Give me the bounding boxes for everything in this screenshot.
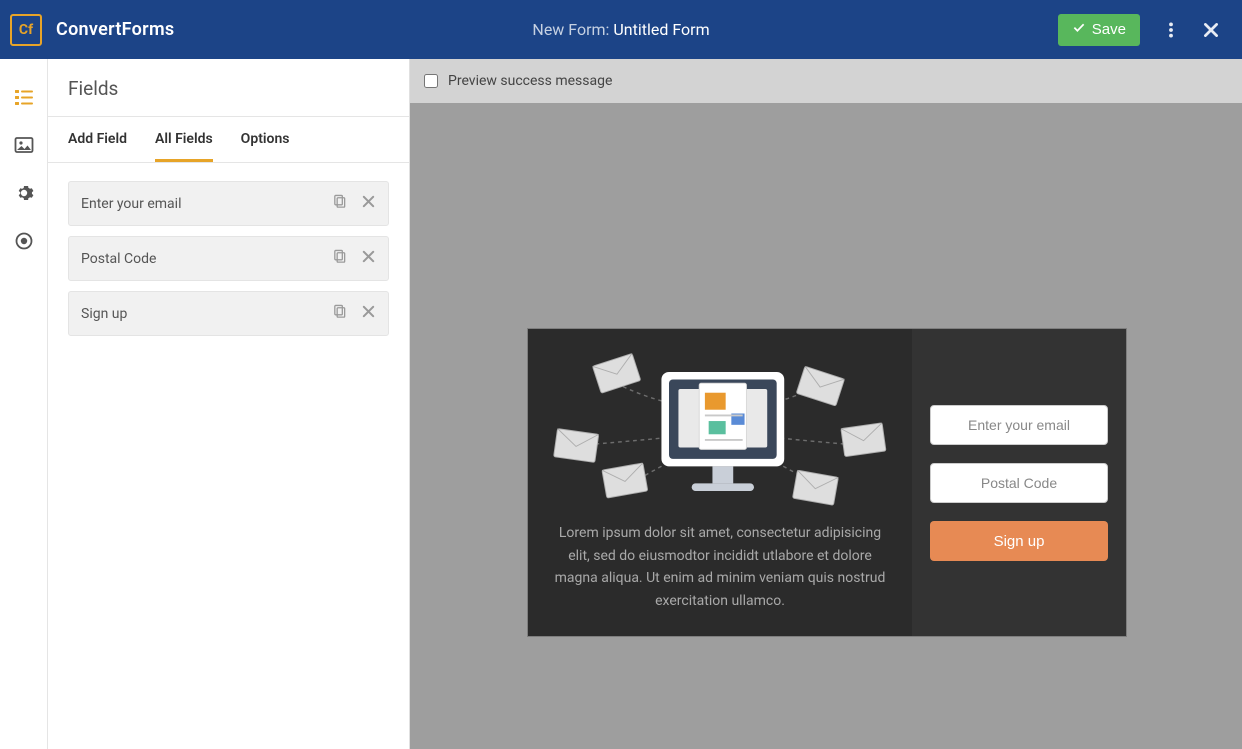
close-icon[interactable] — [1202, 21, 1220, 39]
newsletter-illustration — [550, 353, 890, 508]
page-title-name: Untitled Form — [613, 20, 709, 39]
brand-name: ConvertForms — [56, 19, 174, 40]
app-logo: Cf — [10, 14, 42, 46]
rail-fields-icon[interactable] — [14, 87, 34, 107]
form-preview-left: Lorem ipsum dolor sit amet, consectetur … — [528, 329, 912, 636]
rail-image-icon[interactable] — [14, 135, 34, 155]
tab-add-field[interactable]: Add Field — [68, 117, 127, 162]
rail-gear-icon[interactable] — [14, 183, 34, 203]
duplicate-icon[interactable] — [332, 194, 347, 213]
field-row[interactable]: Enter your email — [68, 181, 389, 226]
page-title: New Form: Untitled Form — [532, 20, 709, 39]
delete-icon[interactable] — [361, 249, 376, 268]
panel-title: Fields — [48, 59, 409, 117]
panel-tabs: Add Field All Fields Options — [48, 117, 409, 163]
delete-icon[interactable] — [361, 194, 376, 213]
duplicate-icon[interactable] — [332, 249, 347, 268]
side-panel: Fields Add Field All Fields Options Ente… — [48, 59, 410, 749]
duplicate-icon[interactable] — [332, 304, 347, 323]
kebab-menu-icon[interactable] — [1162, 21, 1180, 39]
page-title-prefix: New Form: — [532, 20, 613, 39]
form-preview-right: Sign up — [912, 329, 1126, 636]
canvas: Preview success message — [410, 59, 1242, 749]
delete-icon[interactable] — [361, 304, 376, 323]
tab-all-fields[interactable]: All Fields — [155, 117, 213, 162]
form-description: Lorem ipsum dolor sit amet, consectetur … — [550, 522, 890, 612]
postal-code-input[interactable] — [930, 463, 1108, 503]
field-label: Enter your email — [81, 196, 181, 212]
form-preview: Lorem ipsum dolor sit amet, consectetur … — [528, 329, 1126, 636]
signup-button[interactable]: Sign up — [930, 521, 1108, 561]
check-icon — [1072, 21, 1086, 39]
field-label: Sign up — [81, 306, 127, 322]
field-row[interactable]: Sign up — [68, 291, 389, 336]
icon-rail — [0, 59, 48, 749]
save-button-label: Save — [1092, 21, 1126, 38]
field-row[interactable]: Postal Code — [68, 236, 389, 281]
tab-options[interactable]: Options — [241, 117, 290, 162]
preview-success-label: Preview success message — [448, 73, 612, 89]
email-input[interactable] — [930, 405, 1108, 445]
save-button[interactable]: Save — [1058, 14, 1140, 46]
preview-success-checkbox[interactable] — [424, 74, 438, 88]
preview-strip: Preview success message — [410, 59, 1242, 103]
fields-list: Enter your email Postal Code Sign up — [48, 163, 409, 354]
rail-target-icon[interactable] — [14, 231, 34, 251]
field-label: Postal Code — [81, 251, 156, 267]
